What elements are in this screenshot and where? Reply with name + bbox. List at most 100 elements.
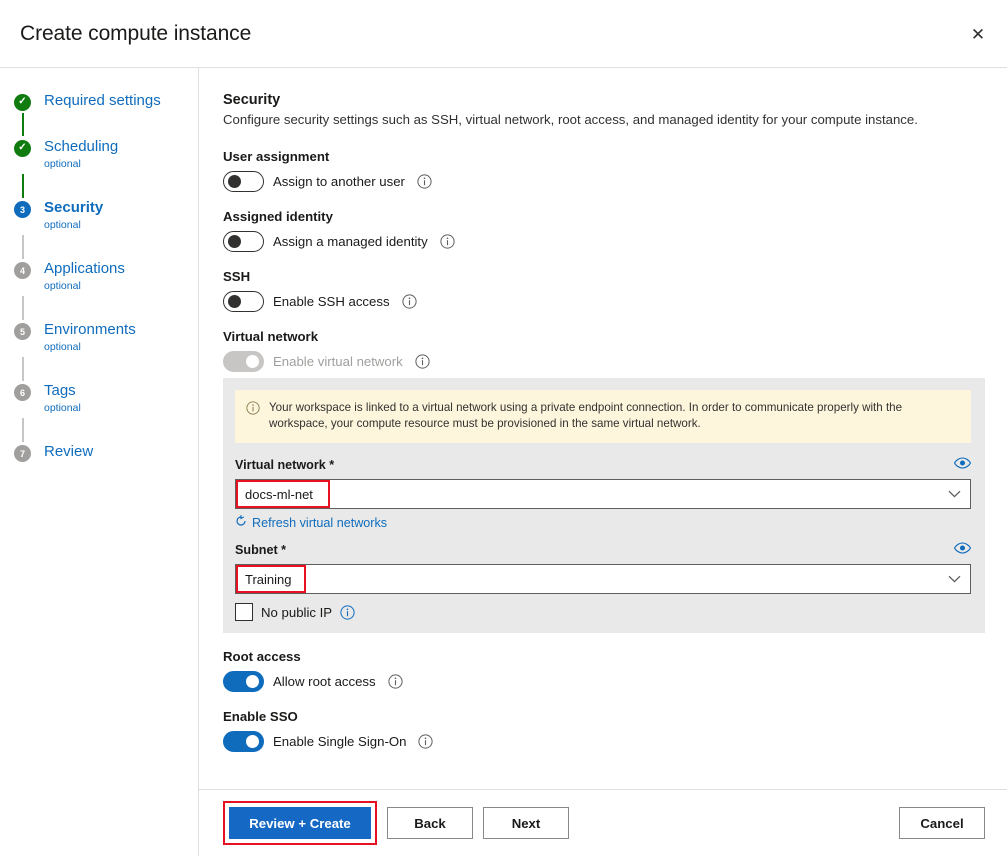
sidebar-item-environments[interactable]: 5 Environments optional — [0, 321, 198, 382]
no-public-ip-checkbox[interactable] — [235, 603, 253, 621]
info-icon[interactable] — [418, 734, 433, 749]
enable-ssh-access-toggle[interactable] — [223, 291, 264, 312]
vnet-field-label: Virtual network * — [235, 458, 334, 472]
step-status-complete-icon: ✓ — [14, 94, 31, 111]
sidebar-item-required-settings[interactable]: ✓ Required settings — [0, 92, 198, 138]
close-icon: ✕ — [971, 26, 985, 43]
refresh-virtual-networks-link[interactable]: Refresh virtual networks — [235, 515, 387, 530]
security-panel: Security Configure security settings suc… — [199, 68, 1007, 856]
subnet-select-wrap: Training — [235, 564, 971, 594]
assigned-identity-group: Assigned identity Assign a managed ident… — [223, 209, 985, 252]
virtual-network-panel: Your workspace is linked to a virtual ne… — [223, 378, 985, 633]
sidebar-item-optional-label: optional — [44, 401, 198, 415]
sidebar-item-tags[interactable]: 6 Tags optional — [0, 382, 198, 443]
section-title: Security — [223, 92, 985, 108]
cancel-button[interactable]: Cancel — [899, 807, 985, 839]
sidebar-item-label: Review — [44, 443, 198, 461]
info-icon[interactable] — [402, 294, 417, 309]
step-connector — [22, 113, 24, 136]
vnet-field-header: Virtual network * — [235, 456, 971, 474]
review-create-highlight: Review + Create — [223, 801, 377, 845]
info-icon[interactable] — [340, 605, 355, 620]
step-number-badge: 5 — [14, 323, 31, 340]
virtual-network-label: Virtual network — [223, 329, 985, 344]
step-connector — [22, 357, 24, 381]
refresh-link-label: Refresh virtual networks — [252, 516, 387, 530]
assign-managed-identity-label: Assign a managed identity — [273, 234, 428, 249]
assign-managed-identity-toggle[interactable] — [223, 231, 264, 252]
no-public-ip-row: No public IP — [235, 603, 971, 621]
enable-single-sign-on-label: Enable Single Sign-On — [273, 734, 406, 749]
step-connector — [22, 235, 24, 259]
subnet-field-label: Subnet * — [235, 543, 286, 557]
step-number-badge: 6 — [14, 384, 31, 401]
root-access-group: Root access Allow root access — [223, 649, 985, 692]
section-description: Configure security settings such as SSH,… — [223, 111, 985, 129]
page-title: Create compute instance — [20, 22, 251, 46]
ssh-row: Enable SSH access — [223, 291, 985, 312]
ssh-group: SSH Enable SSH access — [223, 269, 985, 312]
wizard-sidebar: ✓ Required settings ✓ Scheduling optiona… — [0, 68, 199, 856]
refresh-icon — [235, 515, 247, 530]
assign-to-another-user-toggle[interactable] — [223, 171, 264, 192]
virtual-network-group: Virtual network Enable virtual network — [223, 329, 985, 372]
enable-ssh-access-label: Enable SSH access — [273, 294, 390, 309]
subnet-select[interactable]: Training — [235, 564, 971, 594]
step-connector — [22, 296, 24, 320]
user-assignment-row: Assign to another user — [223, 171, 985, 192]
enable-virtual-network-label: Enable virtual network — [273, 354, 403, 369]
step-status-complete-icon: ✓ — [14, 140, 31, 157]
back-button[interactable]: Back — [387, 807, 473, 839]
sidebar-item-review[interactable]: 7 Review — [0, 443, 198, 483]
enable-sso-label: Enable SSO — [223, 709, 985, 724]
sidebar-item-label: Scheduling — [44, 138, 198, 156]
info-icon[interactable] — [417, 174, 432, 189]
enable-single-sign-on-toggle[interactable] — [223, 731, 264, 752]
info-banner-text: Your workspace is linked to a virtual ne… — [269, 400, 959, 432]
close-button[interactable]: ✕ — [957, 14, 999, 54]
enable-virtual-network-toggle — [223, 351, 264, 372]
info-icon[interactable] — [388, 674, 403, 689]
sidebar-item-optional-label: optional — [44, 218, 198, 232]
info-icon — [246, 401, 260, 432]
step-number-badge: 7 — [14, 445, 31, 462]
allow-root-access-label: Allow root access — [273, 674, 376, 689]
sidebar-item-scheduling[interactable]: ✓ Scheduling optional — [0, 138, 198, 199]
subnet-field-header: Subnet * — [235, 541, 971, 559]
virtual-network-row: Enable virtual network — [223, 351, 985, 372]
assigned-identity-row: Assign a managed identity — [223, 231, 985, 252]
info-icon[interactable] — [440, 234, 455, 249]
step-number-badge: 3 — [14, 201, 31, 218]
enable-sso-group: Enable SSO Enable Single Sign-On — [223, 709, 985, 752]
eye-icon[interactable] — [954, 456, 971, 474]
root-access-row: Allow root access — [223, 671, 985, 692]
info-banner: Your workspace is linked to a virtual ne… — [235, 390, 971, 443]
virtual-network-select[interactable]: docs-ml-net — [235, 479, 971, 509]
sidebar-item-label: Environments — [44, 321, 198, 339]
eye-icon[interactable] — [954, 541, 971, 559]
dialog-footer: Review + Create Back Next Cancel — [199, 789, 1007, 856]
allow-root-access-toggle[interactable] — [223, 671, 264, 692]
sidebar-item-optional-label: optional — [44, 340, 198, 354]
sidebar-item-security[interactable]: 3 Security optional — [0, 199, 198, 260]
user-assignment-group: User assignment Assign to another user — [223, 149, 985, 192]
assign-to-another-user-label: Assign to another user — [273, 174, 405, 189]
sidebar-item-optional-label: optional — [44, 157, 198, 171]
step-connector — [22, 418, 24, 442]
ssh-label: SSH — [223, 269, 985, 284]
sidebar-item-optional-label: optional — [44, 279, 198, 293]
info-icon[interactable] — [415, 354, 430, 369]
no-public-ip-label: No public IP — [261, 605, 332, 620]
sidebar-item-label: Security — [44, 199, 198, 217]
sidebar-item-label: Required settings — [44, 92, 198, 110]
sidebar-item-applications[interactable]: 4 Applications optional — [0, 260, 198, 321]
review-create-button[interactable]: Review + Create — [229, 807, 371, 839]
sidebar-item-label: Applications — [44, 260, 198, 278]
user-assignment-label: User assignment — [223, 149, 985, 164]
step-connector — [22, 174, 24, 198]
sidebar-item-label: Tags — [44, 382, 198, 400]
next-button[interactable]: Next — [483, 807, 569, 839]
vnet-select-wrap: docs-ml-net — [235, 479, 971, 509]
step-number-badge: 4 — [14, 262, 31, 279]
assigned-identity-label: Assigned identity — [223, 209, 985, 224]
